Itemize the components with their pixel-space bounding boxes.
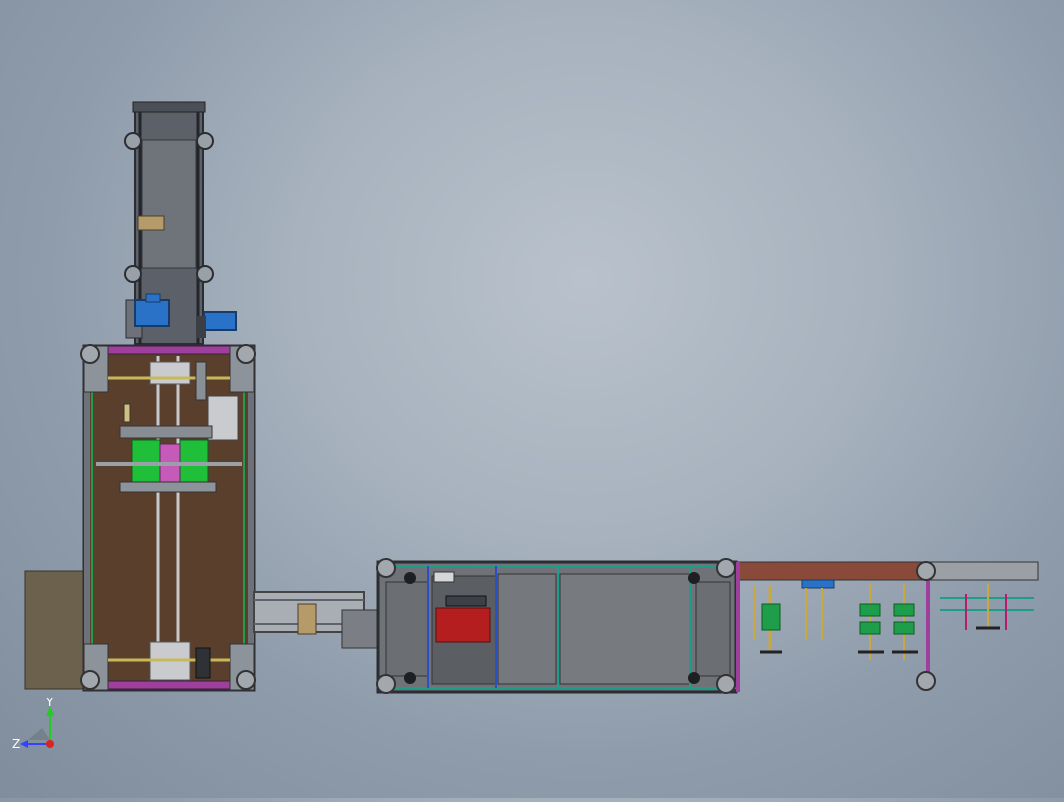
origin-icon — [46, 740, 54, 748]
z-arrow-icon — [20, 740, 28, 748]
assembly-model[interactable] — [0, 0, 1064, 798]
axis-triad: Y Z — [12, 698, 54, 751]
middle-frame[interactable] — [376, 558, 738, 694]
transfer-conveyor[interactable] — [253, 591, 379, 649]
side-cabinet[interactable] — [24, 570, 88, 690]
vertical-conveyor[interactable] — [124, 101, 237, 345]
y-label: Y — [45, 698, 54, 709]
cad-viewport[interactable]: Y Z — [0, 0, 1064, 798]
z-label: Z — [12, 737, 20, 751]
triad-plane-icon — [28, 728, 50, 740]
main-frame[interactable] — [80, 344, 256, 692]
right-rack[interactable] — [735, 561, 1039, 692]
